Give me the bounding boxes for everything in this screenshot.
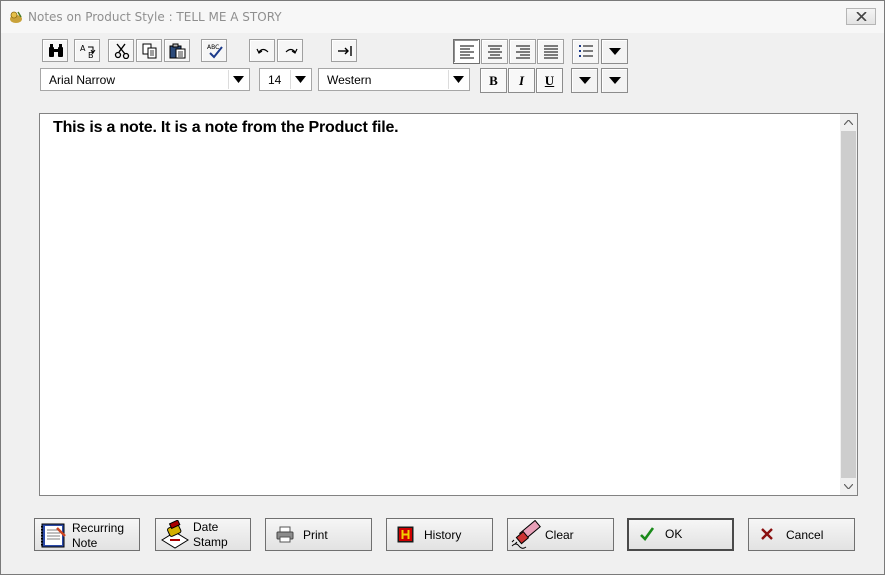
font-name-select[interactable]: Arial Narrow (40, 68, 250, 91)
recurring-label-2: Note (72, 536, 98, 550)
printer-icon (276, 526, 294, 546)
chevron-down-icon (609, 77, 621, 84)
copy-icon (142, 43, 157, 59)
clear-button[interactable]: Clear (507, 518, 614, 551)
x-icon (760, 527, 774, 544)
font-size-value: 14 (268, 73, 282, 87)
highlight-color-dropdown[interactable] (601, 68, 628, 93)
cancel-button[interactable]: Cancel (748, 518, 855, 551)
chevron-down-icon (609, 48, 621, 55)
align-left-icon (460, 45, 474, 59)
paste-button[interactable] (164, 39, 190, 62)
font-name-arrow[interactable] (228, 70, 248, 89)
cancel-label: Cancel (786, 528, 824, 542)
redo-icon (285, 48, 298, 54)
spellcheck-icon: ABC (207, 44, 223, 59)
bold-button[interactable]: B (480, 68, 507, 93)
ok-button[interactable]: OK (627, 518, 734, 551)
binoculars-icon (49, 44, 63, 57)
recurring-note-button[interactable]: Recurring Note (34, 518, 140, 551)
chevron-down-icon (453, 76, 464, 83)
font-name-value: Arial Narrow (49, 73, 116, 87)
history-label: History (424, 528, 462, 542)
chevron-up-icon (844, 120, 853, 125)
recurring-label-1: Recurring (72, 521, 125, 535)
print-button[interactable]: Print (265, 518, 372, 551)
eraser-icon (510, 519, 544, 553)
justify-button[interactable] (537, 39, 564, 64)
indent-button[interactable] (331, 39, 357, 62)
chevron-down-icon (295, 76, 306, 83)
bullet-list-button[interactable] (572, 39, 599, 64)
checkmark-icon (639, 526, 655, 545)
underline-button[interactable]: U (536, 68, 563, 93)
history-icon (397, 526, 414, 546)
tab-indent-icon (338, 46, 352, 56)
align-right-icon (516, 45, 530, 59)
close-button[interactable] (846, 8, 876, 25)
paste-icon (169, 43, 186, 59)
align-justify-icon (544, 45, 558, 59)
scroll-thumb[interactable] (841, 131, 856, 478)
clear-label: Clear (545, 528, 574, 542)
align-right-button[interactable] (509, 39, 536, 64)
stamp-icon (159, 519, 191, 553)
window-title: Notes on Product Style : TELL ME A STORY (28, 10, 282, 24)
app-icon (8, 9, 24, 25)
date-label-1: Date (193, 520, 219, 534)
align-center-button[interactable] (481, 39, 508, 64)
undo-icon (256, 48, 269, 54)
note-editor[interactable]: This is a note. It is a note from the Pr… (39, 113, 858, 496)
scroll-up-button[interactable] (840, 114, 857, 131)
align-center-icon (488, 45, 502, 59)
font-size-arrow[interactable] (290, 70, 310, 89)
text-color-dropdown[interactable] (571, 68, 598, 93)
close-icon (856, 12, 867, 21)
bullet-list-icon (579, 45, 593, 57)
vertical-scrollbar[interactable] (840, 114, 857, 495)
ok-label: OK (665, 527, 683, 541)
spellcheck-button[interactable]: ABC (201, 39, 227, 62)
list-style-dropdown[interactable] (601, 39, 628, 64)
notes-dialog: Notes on Product Style : TELL ME A STORY… (0, 0, 885, 575)
title-bar[interactable]: Notes on Product Style : TELL ME A STORY (1, 1, 884, 33)
chevron-down-icon (579, 77, 591, 84)
chevron-down-icon (233, 76, 244, 83)
script-value: Western (327, 73, 372, 87)
cut-button[interactable] (108, 39, 134, 62)
find-button[interactable] (42, 39, 68, 62)
replace-button[interactable]: AB (74, 39, 100, 62)
undo-button[interactable] (249, 39, 275, 62)
notepad-icon (39, 522, 69, 551)
svg-text:ABC: ABC (207, 44, 219, 51)
redo-button[interactable] (277, 39, 303, 62)
history-button[interactable]: History (386, 518, 493, 551)
scroll-down-button[interactable] (840, 478, 857, 495)
script-arrow[interactable] (448, 70, 468, 89)
print-label: Print (303, 528, 328, 542)
svg-text:A: A (80, 44, 86, 53)
italic-button[interactable]: I (508, 68, 535, 93)
chevron-down-icon (844, 484, 853, 489)
align-left-button[interactable] (453, 39, 480, 64)
date-label-2: Stamp (193, 535, 228, 549)
note-text: This is a note. It is a note from the Pr… (53, 119, 399, 136)
replace-icon: AB (80, 44, 96, 59)
date-stamp-button[interactable]: Date Stamp (155, 518, 251, 551)
scissors-icon (114, 43, 130, 59)
script-select[interactable]: Western (318, 68, 470, 91)
font-size-select[interactable]: 14 (259, 68, 312, 91)
copy-button[interactable] (136, 39, 162, 62)
